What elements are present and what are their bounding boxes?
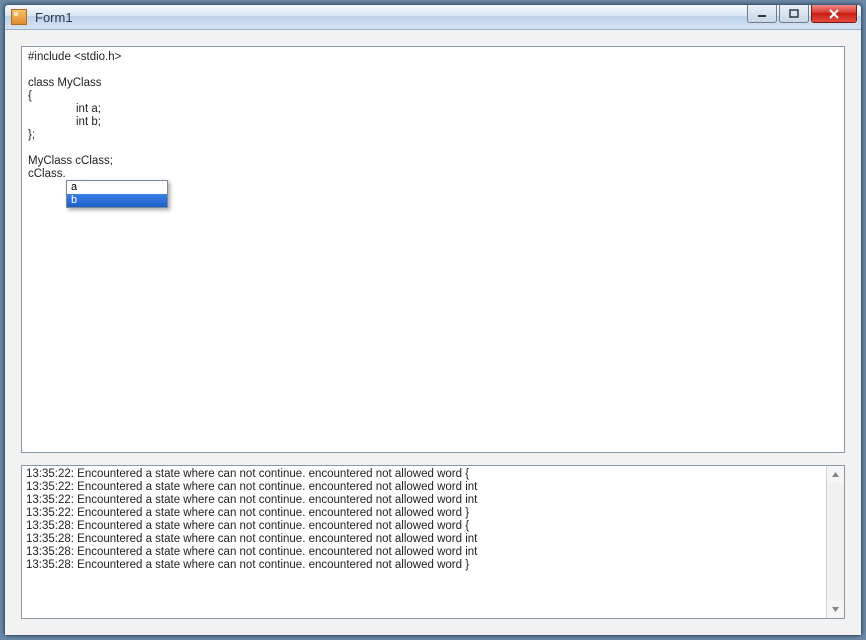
code-line: int a; <box>28 103 838 116</box>
log-line: 13:35:28: Encountered a state where can … <box>26 559 822 572</box>
log-line: 13:35:22: Encountered a state where can … <box>26 507 822 520</box>
window-title: Form1 <box>33 10 747 25</box>
scroll-down-button[interactable] <box>827 601 844 618</box>
code-line: MyClass cClass; <box>28 155 838 168</box>
code-editor[interactable]: #include <stdio.h> class MyClass{int a;i… <box>21 46 845 453</box>
titlebar[interactable]: Form1 <box>5 5 861 30</box>
autocomplete-item[interactable]: a <box>67 181 167 194</box>
log-scrollbar[interactable] <box>826 466 844 618</box>
code-line: }; <box>28 129 838 142</box>
maximize-button[interactable] <box>779 5 809 23</box>
code-line: { <box>28 90 838 103</box>
log-line: 13:35:22: Encountered a state where can … <box>26 494 822 507</box>
log-line: 13:35:22: Encountered a state where can … <box>26 468 822 481</box>
close-button[interactable] <box>811 5 857 23</box>
scrollbar-track[interactable] <box>827 483 844 601</box>
chevron-down-icon <box>831 605 840 614</box>
app-window: Form1 #include <stdio.h> class MyClass{i… <box>4 4 862 636</box>
code-line <box>28 64 838 77</box>
log-line: 13:35:28: Encountered a state where can … <box>26 533 822 546</box>
app-icon <box>11 9 27 25</box>
code-line <box>28 142 838 155</box>
log-line: 13:35:22: Encountered a state where can … <box>26 481 822 494</box>
autocomplete-item[interactable]: b <box>67 194 167 207</box>
minimize-button[interactable] <box>747 5 777 23</box>
log-line: 13:35:28: Encountered a state where can … <box>26 546 822 559</box>
code-content[interactable]: #include <stdio.h> class MyClass{int a;i… <box>22 47 844 452</box>
log-panel: 13:35:22: Encountered a state where can … <box>21 465 845 619</box>
close-icon <box>828 9 840 19</box>
scroll-up-button[interactable] <box>827 466 844 483</box>
autocomplete-popup[interactable]: ab <box>66 180 168 208</box>
code-line: class MyClass <box>28 77 838 90</box>
maximize-icon <box>789 9 799 19</box>
log-line: 13:35:28: Encountered a state where can … <box>26 520 822 533</box>
code-line: int b; <box>28 116 838 129</box>
chevron-up-icon <box>831 470 840 479</box>
client-area: #include <stdio.h> class MyClass{int a;i… <box>5 30 861 635</box>
log-content[interactable]: 13:35:22: Encountered a state where can … <box>22 466 826 618</box>
window-controls <box>747 5 861 29</box>
minimize-icon <box>757 9 767 19</box>
code-line: #include <stdio.h> <box>28 51 838 64</box>
